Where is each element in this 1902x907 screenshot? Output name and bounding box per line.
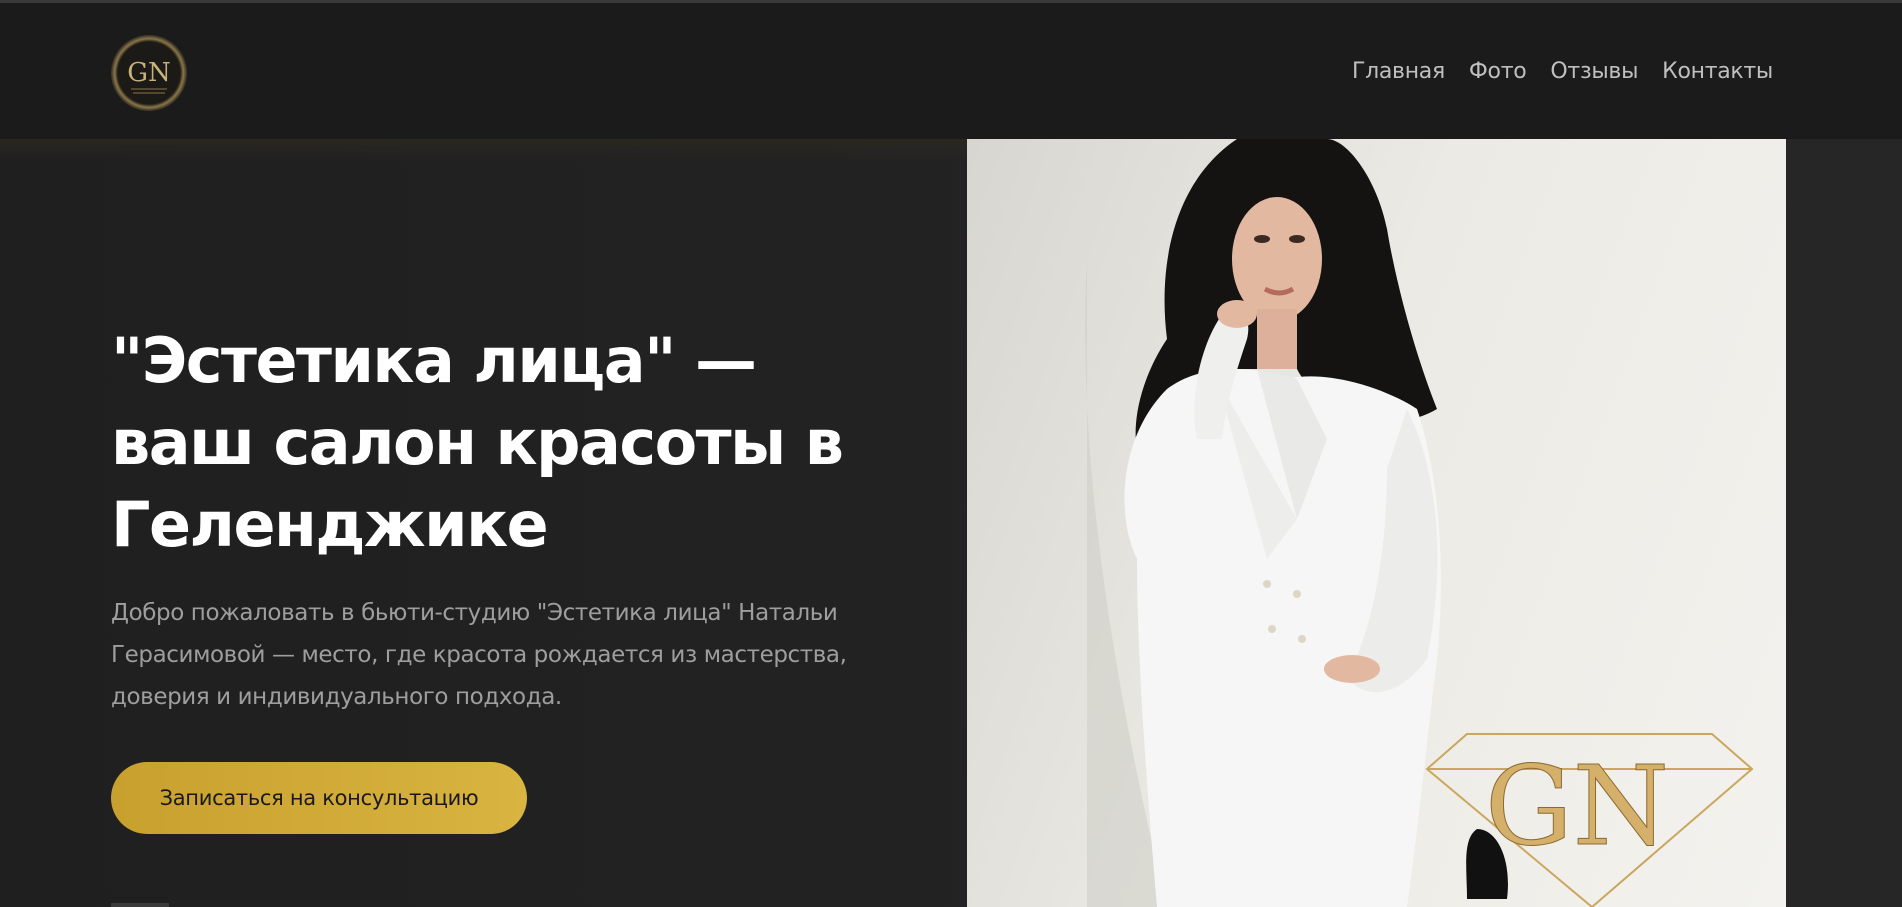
hero-description: Добро пожаловать в бьюти-студию "Эстетик…: [111, 600, 847, 710]
hero-title: "Эстетика лица" — ваш салон красоты в Ге…: [111, 324, 844, 561]
svg-text:GN: GN: [127, 58, 171, 88]
nav-reviews[interactable]: Отзывы: [1550, 59, 1638, 84]
main-nav: Главная Фото Отзывы Контакты: [1352, 59, 1773, 84]
nav-home[interactable]: Главная: [1352, 59, 1445, 84]
page-margin: [1786, 139, 1902, 907]
book-consultation-button[interactable]: Записаться на консультацию: [111, 762, 527, 834]
svg-text:GN: GN: [1485, 742, 1669, 870]
nav-contacts[interactable]: Контакты: [1662, 59, 1773, 84]
salon-logo[interactable]: GN: [111, 35, 187, 111]
site-header: GN Главная Фото Отзывы Контакты: [0, 3, 1902, 139]
nav-photo[interactable]: Фото: [1469, 59, 1527, 84]
monogram-logo-icon: GN: [127, 58, 171, 94]
hero-photo: GN: [967, 139, 1786, 907]
scroll-indicator: [111, 903, 169, 907]
woman-portrait-image: GN: [1085, 139, 1754, 907]
